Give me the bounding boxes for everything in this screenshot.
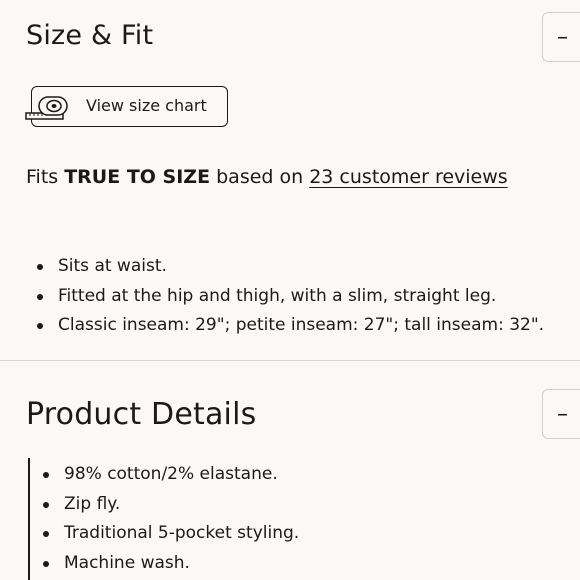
list-item: Fitted at the hip and thigh, with a slim…	[37, 282, 544, 312]
fit-bullet-list: Sits at waist. Fitted at the hip and thi…	[37, 252, 544, 341]
fit-rating: TRUE TO SIZE	[64, 166, 211, 188]
customer-reviews-link[interactable]: 23 customer reviews	[309, 166, 507, 188]
measuring-tape-icon	[25, 93, 73, 127]
list-item: 98% cotton/2% elastane.	[43, 460, 299, 490]
section-divider	[0, 360, 580, 361]
list-item: Machine wash.	[43, 549, 299, 579]
size-fit-title: Size & Fit	[26, 20, 154, 51]
list-item: Traditional 5-pocket styling.	[43, 519, 299, 549]
fit-middle: based on	[210, 166, 310, 188]
list-item: Sits at waist.	[37, 252, 544, 282]
fit-prefix: Fits	[26, 166, 65, 188]
view-size-chart-button[interactable]: View size chart	[25, 86, 228, 127]
product-details-title: Product Details	[26, 397, 257, 432]
details-accent-bar	[28, 458, 30, 580]
product-details-collapse-button[interactable]: –	[542, 389, 580, 439]
view-size-chart-label: View size chart	[86, 96, 207, 115]
list-item: Classic inseam: 29"; petite inseam: 27";…	[37, 311, 544, 341]
size-fit-collapse-button[interactable]: –	[542, 12, 580, 62]
details-bullet-list: 98% cotton/2% elastane. Zip fly. Traditi…	[43, 460, 299, 578]
fit-summary: Fits TRUE TO SIZE based on 23 customer r…	[26, 166, 508, 188]
list-item: Zip fly.	[43, 490, 299, 520]
